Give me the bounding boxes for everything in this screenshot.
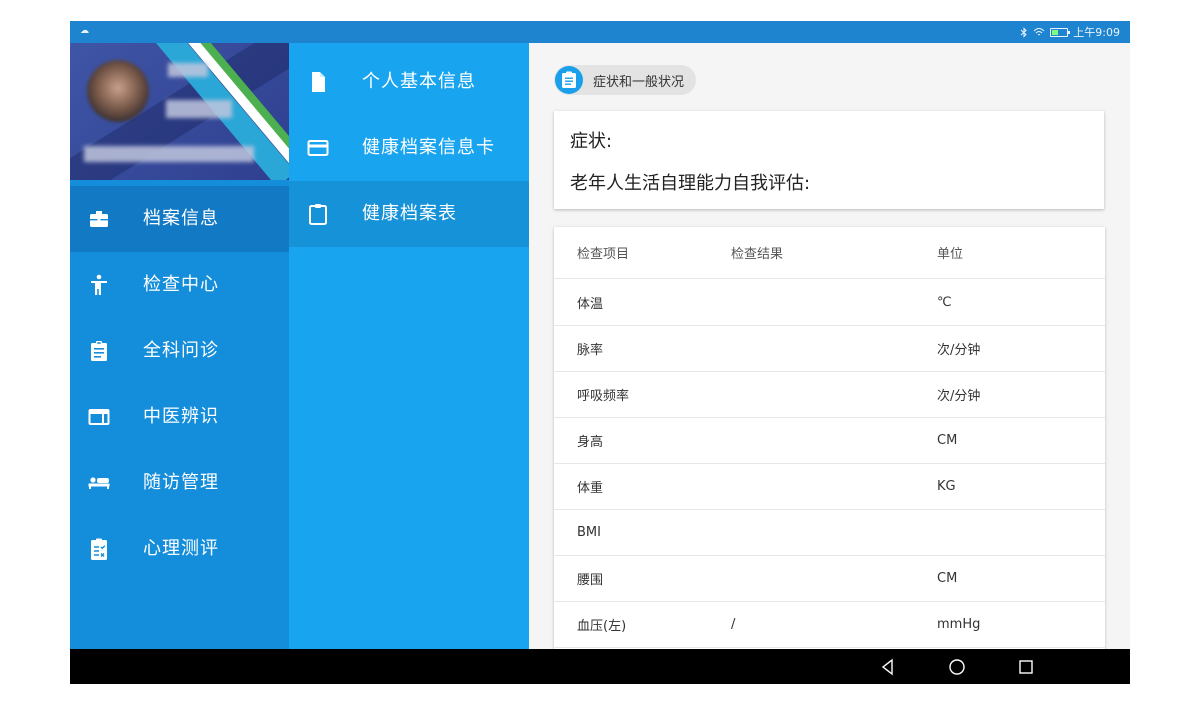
table-row[interactable]: BMI (554, 509, 1105, 556)
sub-sidebar: 个人基本信息 健康档案信息卡 健康档案表 (289, 43, 529, 649)
table-row[interactable]: 体温 ℃ (554, 279, 1105, 326)
row-unit: CM (937, 570, 958, 586)
checklist-icon (91, 538, 107, 560)
nav-item-archive-info[interactable]: 档案信息 (70, 186, 289, 252)
exam-table: 检查项目 检查结果 单位 体温 ℃ 脉率 次/分钟 呼吸频率 次/分钟 身高 C… (554, 227, 1105, 649)
chip-label: 症状和一般状况 (593, 74, 685, 90)
sub-item-label: 健康档案表 (362, 203, 457, 224)
row-unit: mmHg (937, 616, 981, 632)
wifi-icon (1033, 28, 1045, 36)
table-row[interactable]: 脉率 次/分钟 (554, 325, 1105, 372)
symptom-label: 症状: (570, 131, 613, 152)
bed-icon (88, 477, 110, 489)
main-sidebar: 档案信息 检查中心 全科问诊 中医辨识 随访管理 心理测评 (70, 43, 289, 649)
row-item: 脉率 (577, 342, 604, 358)
status-bar: ☁ 上午9:09 (70, 21, 1130, 43)
sub-item-label: 健康档案信息卡 (362, 137, 495, 158)
user-id-redacted (84, 146, 254, 162)
table-row[interactable]: 呼吸频率 次/分钟 (554, 371, 1105, 418)
file-icon (312, 72, 325, 92)
row-item: BMI (577, 524, 601, 540)
column-header: 单位 (937, 247, 964, 262)
nav-item-psych-eval[interactable]: 心理测评 (70, 516, 289, 582)
clipboard-icon (91, 341, 107, 361)
sub-item-basic-info[interactable]: 个人基本信息 (289, 49, 529, 115)
sub-item-label: 个人基本信息 (362, 71, 476, 92)
user-name-redacted (168, 63, 208, 77)
table-row[interactable]: 身高 CM (554, 417, 1105, 464)
row-unit: CM (937, 432, 958, 448)
table-row[interactable]: 腰围 CM (554, 555, 1105, 602)
back-icon[interactable] (878, 657, 898, 677)
nav-item-general-consult[interactable]: 全科问诊 (70, 318, 289, 384)
panel-icon (88, 409, 110, 425)
summary-card: 症状: 老年人生活自理能力自我评估: (554, 111, 1104, 209)
device-screen: ☁ 上午9:09 档案信息 检查中心 全科问诊 中医辨识 随访管理 心理测评 个… (70, 21, 1130, 684)
nav-label: 随访管理 (143, 472, 219, 493)
nav-label: 中医辨识 (143, 406, 219, 427)
profile-header (70, 43, 289, 180)
nav-label: 心理测评 (143, 538, 219, 559)
table-row[interactable]: 体重 KG (554, 463, 1105, 510)
row-unit: KG (937, 478, 956, 494)
briefcase-icon (90, 211, 108, 227)
row-item: 血压(左) (577, 618, 627, 634)
status-time: 上午9:09 (1073, 26, 1120, 39)
self-care-label: 老年人生活自理能力自我评估: (570, 173, 811, 194)
table-row[interactable]: 血压(左) / mmHg (554, 601, 1105, 648)
row-result[interactable]: / (731, 601, 735, 647)
sub-item-health-card[interactable]: 健康档案信息卡 (289, 115, 529, 181)
nav-label: 档案信息 (143, 208, 219, 229)
avatar[interactable] (87, 60, 149, 122)
recents-icon[interactable] (1016, 657, 1036, 677)
section-chip[interactable]: 症状和一般状况 (554, 65, 697, 95)
clipboard-outline-icon (309, 204, 327, 225)
card-icon (307, 140, 329, 156)
row-unit: 次/分钟 (937, 388, 981, 404)
row-unit: 次/分钟 (937, 342, 981, 358)
table-header: 检查项目 检查结果 单位 (554, 227, 1105, 279)
row-item: 腰围 (577, 572, 604, 588)
notification-icon: ☁ (80, 26, 89, 36)
nav-item-tcm-identify[interactable]: 中医辨识 (70, 384, 289, 450)
row-item: 体温 (577, 296, 604, 312)
clipboard-icon (555, 66, 583, 94)
home-icon[interactable] (947, 657, 967, 677)
row-unit: ℃ (937, 294, 952, 310)
main-content: 症状和一般状况 症状: 老年人生活自理能力自我评估: 检查项目 检查结果 单位 … (529, 43, 1130, 649)
person-icon (91, 274, 107, 295)
column-header: 检查项目 (577, 247, 630, 262)
battery-icon (1050, 27, 1071, 37)
row-item: 呼吸频率 (577, 388, 630, 404)
nav-label: 检查中心 (143, 274, 219, 295)
bluetooth-icon (1020, 26, 1028, 38)
nav-label: 全科问诊 (143, 340, 219, 361)
system-nav-bar (70, 649, 1130, 684)
sub-item-health-form[interactable]: 健康档案表 (289, 181, 529, 247)
row-item: 身高 (577, 434, 604, 450)
user-info-redacted (166, 100, 232, 118)
nav-item-followup[interactable]: 随访管理 (70, 450, 289, 516)
nav-item-exam-center[interactable]: 检查中心 (70, 252, 289, 318)
column-header: 检查结果 (731, 247, 784, 262)
row-item: 体重 (577, 480, 604, 496)
